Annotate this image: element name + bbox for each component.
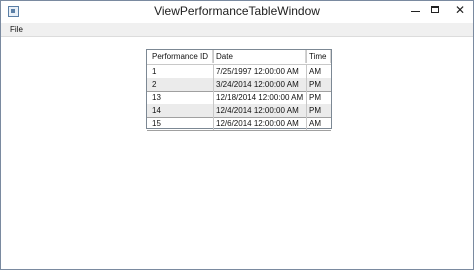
table-row[interactable]: 14 12/4/2014 12:00:00 AM PM <box>147 104 331 118</box>
cell-date[interactable]: 7/25/1997 12:00:00 AM <box>213 65 306 78</box>
maximize-icon <box>431 6 439 13</box>
cell-date[interactable]: 12/18/2014 12:00:00 AM <box>213 91 306 104</box>
table-row[interactable]: 1 7/25/1997 12:00:00 AM AM <box>147 65 331 79</box>
cell-time[interactable]: PM <box>306 104 331 117</box>
menu-bar: File <box>1 23 473 37</box>
cell-performance-id[interactable]: 14 <box>150 104 213 117</box>
column-header-date[interactable]: Date <box>213 50 306 63</box>
table-row[interactable]: 2 3/24/2014 12:00:00 AM PM <box>147 78 331 92</box>
table-row[interactable]: 15 12/6/2014 12:00:00 AM AM <box>147 117 331 131</box>
cell-date[interactable]: 12/6/2014 12:00:00 AM <box>213 117 306 130</box>
column-header-time[interactable]: Time <box>306 50 331 63</box>
table-row[interactable]: 13 12/18/2014 12:00:00 AM PM <box>147 91 331 105</box>
close-button[interactable]: ✕ <box>447 1 473 21</box>
menu-item-file[interactable]: File <box>10 23 23 36</box>
cell-time[interactable]: PM <box>306 78 331 91</box>
cell-performance-id[interactable]: 15 <box>150 117 213 130</box>
cell-date[interactable]: 12/4/2014 12:00:00 AM <box>213 104 306 117</box>
cell-time[interactable]: AM <box>306 117 331 130</box>
cell-date[interactable]: 3/24/2014 12:00:00 AM <box>213 78 306 91</box>
app-window: ViewPerformanceTableWindow ✕ File Perfor… <box>0 0 474 270</box>
cell-time[interactable]: PM <box>306 91 331 104</box>
table-header-row: Performance ID Date Time <box>147 50 331 65</box>
cell-performance-id[interactable]: 13 <box>150 91 213 104</box>
cell-performance-id[interactable]: 2 <box>150 78 213 91</box>
column-header-performance-id[interactable]: Performance ID <box>150 50 213 63</box>
cell-time[interactable]: AM <box>306 65 331 78</box>
cell-performance-id[interactable]: 1 <box>150 65 213 78</box>
content-area: Performance ID Date Time 1 7/25/1997 12:… <box>1 37 473 269</box>
close-icon: ✕ <box>454 3 466 17</box>
performance-table[interactable]: Performance ID Date Time 1 7/25/1997 12:… <box>146 49 332 131</box>
minimize-icon <box>411 11 420 12</box>
title-bar[interactable]: ViewPerformanceTableWindow ✕ <box>1 1 473 23</box>
maximize-button[interactable] <box>423 1 449 21</box>
